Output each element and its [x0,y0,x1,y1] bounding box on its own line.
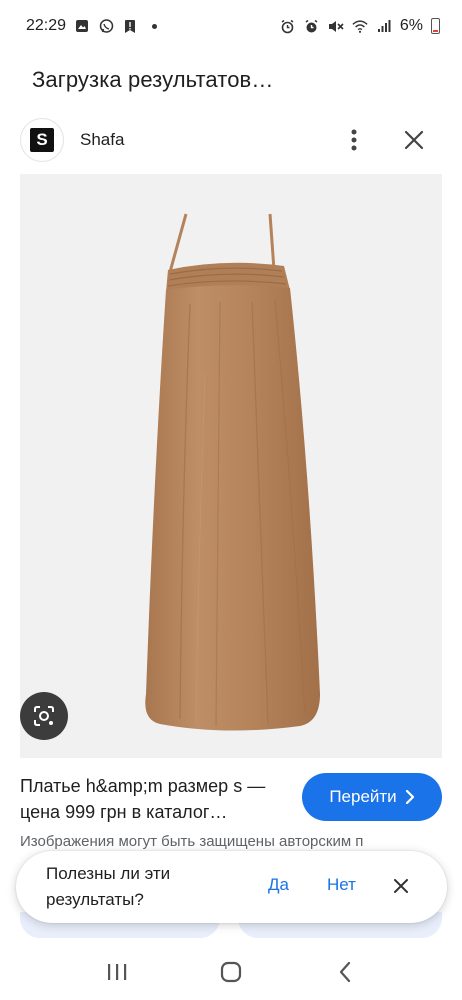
recents-button[interactable] [93,948,141,996]
feedback-no-button[interactable]: Нет [327,875,356,895]
alarm-icon [280,18,296,34]
lens-icon [34,706,54,726]
product-image[interactable] [20,174,442,758]
navigation-bar [0,944,462,1000]
back-button[interactable] [321,948,369,996]
photo-icon [74,18,90,34]
source-header: S Shafa [20,118,442,162]
home-icon [220,961,242,983]
feedback-yes-button[interactable]: Да [268,875,289,895]
recents-icon [108,964,127,980]
feedback-card: Полезны ли эти результаты? Да Нет [16,851,447,923]
save-icon [122,18,138,34]
status-left: 22:29 [26,17,158,35]
chevron-right-icon [405,790,414,804]
lens-button[interactable] [20,692,68,740]
battery-icon [431,18,440,34]
source-name[interactable]: Shafa [80,130,124,150]
close-button[interactable] [398,124,430,156]
signal-icon [376,18,392,34]
more-vert-icon [351,129,357,151]
mute-icon [328,18,344,34]
home-button[interactable] [207,948,255,996]
feedback-question: Полезны ли эти результаты? [46,864,171,909]
more-options-button[interactable] [338,124,370,156]
alarm-icon [304,18,320,34]
page-title: Загрузка результатов… [32,67,274,92]
wifi-icon [352,18,368,34]
go-button[interactable]: Перейти [302,773,442,821]
go-button-label: Перейти [329,787,397,806]
status-bar: 22:29 6% [0,0,462,52]
close-icon [404,130,424,150]
status-right: 6% [280,17,440,35]
feedback-close-button[interactable] [388,873,414,899]
result-title[interactable]: Платье h&amp;m размер s — цена 999 грн в… [20,773,292,825]
notification-dot [152,23,158,29]
viber-icon [98,18,114,34]
source-logo[interactable]: S [20,118,64,162]
status-time: 22:29 [26,17,67,34]
close-icon [394,879,408,893]
battery-percent: 6% [399,17,423,34]
back-icon [339,961,351,983]
source-logo-letter: S [30,128,54,152]
dress-image [145,213,320,731]
